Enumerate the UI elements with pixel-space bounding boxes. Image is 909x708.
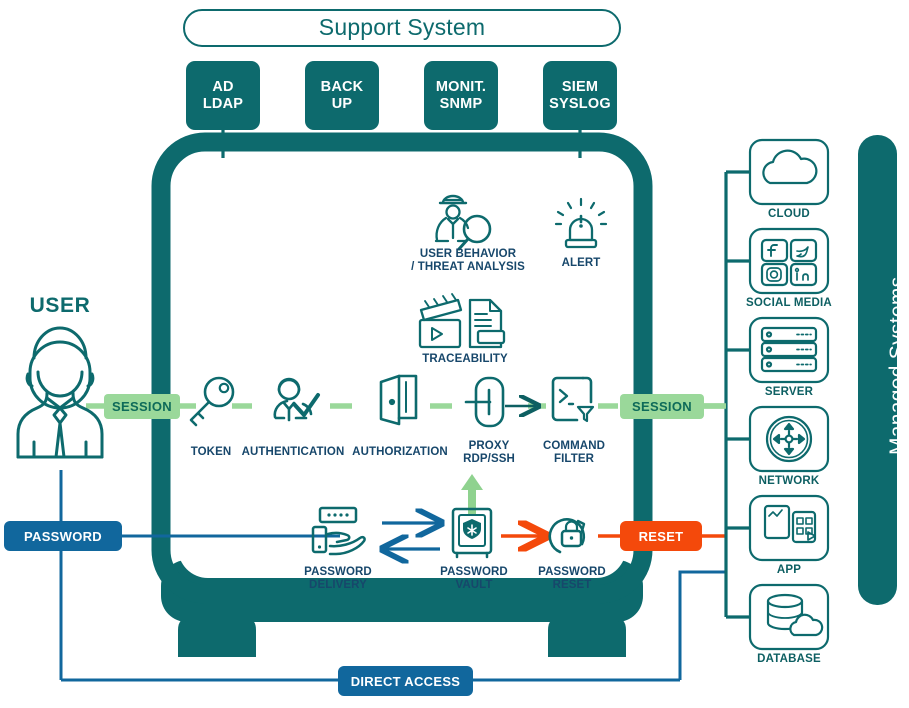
system-caption-cloud: CLOUD (768, 208, 810, 220)
system-caption-app: APP (776, 564, 802, 576)
caption-line2: RESET (552, 578, 592, 591)
caption-line2: VAULT (455, 578, 493, 591)
caption-line1: COMMAND (542, 440, 606, 452)
monitor-caption-user-behavior: USER BEHAVIOR / THREAT ANALYSIS (397, 248, 539, 274)
diagram-canvas: Support System AD LDAP BACK UP MONIT. SN… (0, 0, 909, 708)
support-box-label-siem-syslog: SIEM SYSLOG (543, 79, 617, 113)
support-box-line2: SYSLOG (549, 96, 611, 113)
system-caption-server: SERVER (764, 386, 814, 398)
support-box-label-monit-snmp: MONIT. SNMP (424, 79, 498, 113)
support-box-line1: SIEM (561, 79, 599, 95)
caption-line1: PASSWORD (440, 566, 508, 578)
managed-systems-title: Managed Systems (886, 276, 909, 455)
monitor-caption-traceability: TRACEABILITY (405, 353, 525, 366)
monitor-caption-alert: ALERT (541, 257, 621, 270)
flow-caption-command-filter: COMMAND FILTER (533, 440, 615, 466)
caption-line1: AUTHORIZATION (352, 446, 448, 458)
system-caption-social-media: SOCIAL MEDIA (746, 297, 832, 309)
caption-line1: PROXY (468, 440, 510, 452)
caption-line1: TRACEABILITY (422, 353, 508, 365)
user-label: USER (29, 294, 91, 317)
caption-line2: FILTER (554, 452, 594, 465)
badge-label-session-right: SESSION (632, 399, 692, 414)
caption-line1: USER BEHAVIOR (419, 248, 517, 260)
caption-line1: AUTHENTICATION (241, 446, 345, 458)
password-caption-delivery: PASSWORD DELIVERY (288, 566, 388, 592)
system-caption-database: DATABASE (757, 653, 821, 665)
support-box-line2: LDAP (202, 96, 244, 113)
network-node-icon (765, 415, 813, 463)
badge-label-password: PASSWORD (24, 529, 102, 544)
password-caption-vault: PASSWORD VAULT (424, 566, 524, 592)
caption-line1: PASSWORD (304, 566, 372, 578)
badge-label-session-left: SESSION (112, 399, 172, 414)
support-box-line2: SNMP (439, 96, 483, 113)
support-box-label-ad-ldap: AD LDAP (186, 79, 260, 113)
flow-caption-authentication: AUTHENTICATION (233, 446, 353, 459)
caption-line2: RDP/SSH (463, 452, 515, 465)
badge-label-direct-access: DIRECT ACCESS (350, 674, 461, 689)
caption-line2: DELIVERY (309, 578, 367, 591)
flow-caption-proxy: PROXY RDP/SSH (449, 440, 529, 466)
caption-line2: / THREAT ANALYSIS (411, 260, 525, 273)
password-caption-reset: PASSWORD RESET (522, 566, 622, 592)
support-box-line1: MONIT. (435, 79, 487, 95)
badge-label-reset: RESET (638, 529, 684, 544)
user-avatar-icon (16, 326, 104, 459)
support-box-line2: UP (331, 96, 353, 113)
support-box-label-backup: BACK UP (305, 79, 379, 113)
caption-line1: ALERT (561, 257, 601, 269)
flow-caption-authorization: AUTHORIZATION (345, 446, 455, 459)
caption-line1: PASSWORD (538, 566, 606, 578)
system-caption-network: NETWORK (758, 475, 820, 487)
page-title: Support System (318, 14, 486, 40)
support-box-line1: BACK (320, 79, 364, 95)
support-box-line1: AD (212, 79, 234, 95)
